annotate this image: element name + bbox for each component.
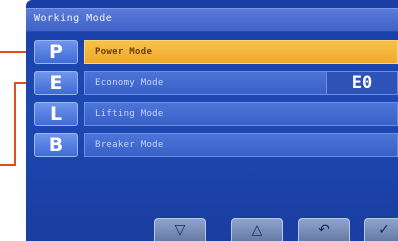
lifting-mode-bar[interactable]: Lifting Mode bbox=[84, 102, 398, 126]
breaker-mode-bar[interactable]: Breaker Mode bbox=[84, 133, 398, 157]
power-mode-key[interactable]: P bbox=[34, 40, 78, 64]
lifting-mode-key[interactable]: L bbox=[34, 102, 78, 126]
economy-level-value: E0 bbox=[326, 72, 397, 94]
mode-row-power[interactable]: P Power Mode bbox=[34, 40, 398, 64]
up-arrow-icon: △ bbox=[251, 222, 263, 238]
economy-mode-label: Economy Mode bbox=[95, 78, 164, 88]
mode-row-breaker[interactable]: B Breaker Mode bbox=[34, 133, 398, 157]
economy-mode-key[interactable]: E bbox=[34, 71, 78, 95]
breaker-mode-key[interactable]: B bbox=[34, 133, 78, 157]
breaker-mode-label: Breaker Mode bbox=[95, 140, 164, 150]
back-button[interactable]: ↶ bbox=[298, 218, 350, 241]
down-arrow-button[interactable]: ▽ bbox=[154, 218, 206, 241]
down-arrow-icon: ▽ bbox=[174, 222, 186, 238]
callout-line-vertical bbox=[14, 82, 16, 165]
title-bar: Working Mode bbox=[26, 8, 398, 32]
lifting-mode-label: Lifting Mode bbox=[95, 109, 164, 119]
power-mode-bar[interactable]: Power Mode bbox=[84, 40, 398, 64]
power-mode-label: Power Mode bbox=[95, 47, 153, 57]
economy-mode-bar[interactable]: Economy Mode E0 bbox=[84, 71, 398, 95]
back-icon: ↶ bbox=[318, 222, 330, 238]
confirm-button[interactable]: ✓ bbox=[364, 218, 398, 241]
up-arrow-button[interactable]: △ bbox=[231, 218, 283, 241]
monitor-screen: Working Mode P Power Mode E Economy Mode… bbox=[26, 0, 398, 241]
mode-row-lifting[interactable]: L Lifting Mode bbox=[34, 102, 398, 126]
callout-line-lower bbox=[0, 164, 16, 166]
check-icon: ✓ bbox=[378, 222, 390, 238]
mode-row-economy[interactable]: E Economy Mode E0 bbox=[34, 71, 398, 95]
screen-title: Working Mode bbox=[34, 13, 113, 24]
